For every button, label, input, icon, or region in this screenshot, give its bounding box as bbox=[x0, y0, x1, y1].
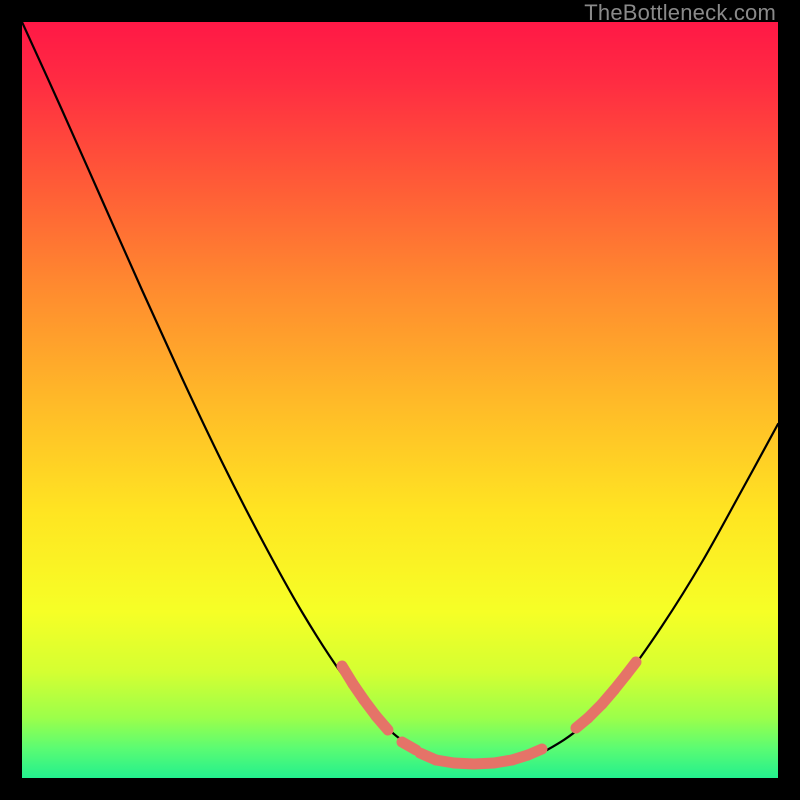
watermark-text: TheBottleneck.com bbox=[584, 0, 776, 26]
marker-segment bbox=[528, 749, 542, 755]
bottleneck-chart bbox=[22, 22, 778, 778]
plot-frame bbox=[22, 22, 778, 778]
plot-area bbox=[22, 22, 778, 778]
marker-segment bbox=[402, 742, 416, 750]
gradient-background bbox=[22, 22, 778, 778]
